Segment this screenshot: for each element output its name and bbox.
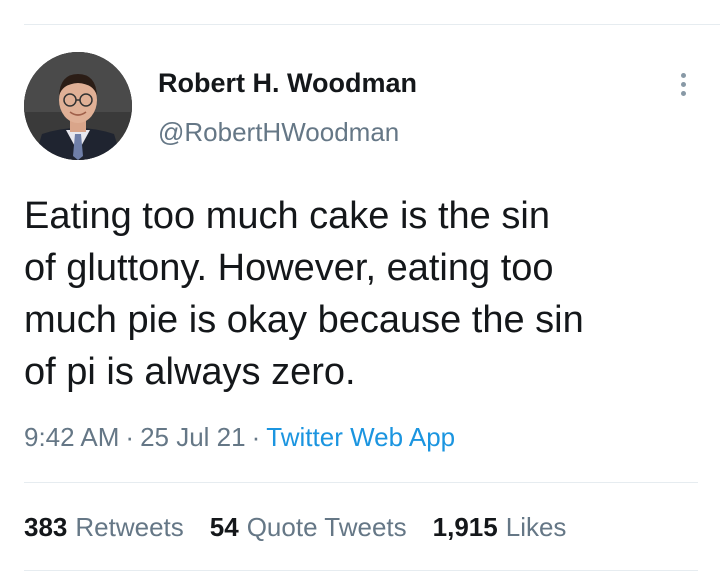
tweet-text-line: of pi is always zero.	[24, 351, 356, 393]
user-handle[interactable]: @RobertHWoodman	[158, 116, 399, 148]
retweets-count: 383	[24, 512, 68, 542]
quote-tweets-stat[interactable]: 54 Quote Tweets	[210, 510, 407, 544]
tweet-card: Robert H. Woodman @RobertHWoodman Eating…	[0, 0, 720, 579]
more-icon-dot	[680, 90, 686, 96]
tweet-source-link[interactable]: Twitter Web App	[266, 422, 455, 452]
tweet-meta: 9:42 AM · 25 Jul 21 · Twitter Web App	[24, 420, 455, 454]
stats-divider-top	[24, 482, 698, 483]
retweets-label: Retweets	[75, 512, 184, 542]
tweet-date[interactable]: 25 Jul 21	[140, 422, 246, 452]
stats-divider-bottom	[24, 570, 698, 571]
profile-photo-icon	[24, 52, 132, 160]
top-divider	[24, 24, 720, 25]
avatar[interactable]	[24, 52, 132, 160]
quote-tweets-count: 54	[209, 512, 239, 542]
display-name[interactable]: Robert H. Woodman	[158, 66, 417, 100]
more-options-button[interactable]	[668, 66, 698, 102]
meta-separator: ·	[251, 422, 261, 452]
tweet-text-line: of gluttony. However, eating too	[24, 247, 554, 289]
likes-stat[interactable]: 1,915 Likes	[433, 510, 567, 544]
retweets-stat[interactable]: 383 Retweets	[24, 510, 184, 544]
tweet-stats: 383 Retweets 54 Quote Tweets 1,915 Likes	[24, 510, 566, 544]
likes-label: Likes	[505, 512, 567, 542]
likes-count: 1,915	[432, 512, 498, 542]
tweet-text-line: Eating too much cake is the sin	[24, 195, 550, 237]
quote-tweets-label: Quote Tweets	[246, 512, 407, 542]
tweet-text-line: much pie is okay because the sin	[24, 299, 584, 341]
meta-separator: ·	[125, 422, 135, 452]
tweet-time[interactable]: 9:42 AM	[24, 422, 119, 452]
more-icon-dot	[680, 81, 686, 87]
tweet-text: Eating too much cake is the sin of glutt…	[24, 190, 694, 398]
more-icon-dot	[680, 72, 686, 78]
